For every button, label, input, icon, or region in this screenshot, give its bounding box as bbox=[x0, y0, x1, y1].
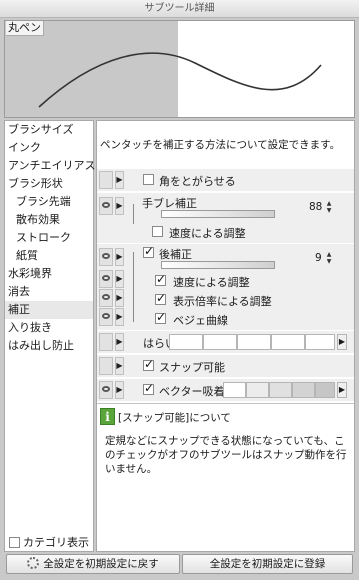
register-defaults-button[interactable]: 全設定を初期設定に登録 bbox=[182, 554, 353, 574]
vector-snap-mode-cell[interactable] bbox=[315, 382, 335, 398]
corner-label: 角をとがらせる bbox=[159, 175, 236, 188]
sidebar-item-brush-size[interactable]: ブラシサイズ bbox=[5, 121, 93, 139]
sidebar-item-watercolor-edge[interactable]: 水彩境界 bbox=[5, 265, 93, 283]
info-body: 定規などにスナップできる状態になっていても、このチェックがオフのサブツールはスナ… bbox=[105, 435, 347, 475]
harai-preset-cell[interactable] bbox=[237, 334, 271, 350]
sidebar-item-brush-tip[interactable]: ブラシ先端 bbox=[5, 193, 93, 211]
post-speed-checkbox[interactable] bbox=[155, 272, 166, 286]
stabilization-value: 88 bbox=[309, 201, 323, 213]
stab-speed-label: 速度による調整 bbox=[169, 227, 246, 240]
display-zoom-checkbox[interactable] bbox=[155, 291, 166, 305]
sidebar-item-brush-shape[interactable]: ブラシ形状 bbox=[5, 175, 93, 193]
vector-snap-mode-cell[interactable] bbox=[223, 382, 246, 398]
sidebar-item-overflow-prevention[interactable]: はみ出し防止 bbox=[5, 337, 93, 355]
stabilization-spinner[interactable]: ▲ ▼ bbox=[325, 200, 333, 214]
sidebar-item-antialias[interactable]: アンチエイリアス bbox=[5, 157, 96, 175]
harai-preset-cell[interactable] bbox=[203, 334, 237, 350]
vector-snap-mode-cell[interactable] bbox=[246, 382, 269, 398]
expand-arrow-icon[interactable]: ▶ bbox=[115, 289, 124, 307]
sidebar-item-ink[interactable]: インク bbox=[5, 139, 93, 157]
eye-icon[interactable] bbox=[99, 248, 113, 266]
category-toggle-checkbox[interactable] bbox=[9, 536, 20, 548]
setting-vector-snap-row: ▶ ベクター吸着 ▶ bbox=[97, 379, 354, 401]
eye-icon[interactable] bbox=[99, 381, 113, 399]
show-in-tool-property-toggle[interactable] bbox=[99, 171, 113, 189]
eye-icon[interactable] bbox=[99, 270, 113, 288]
post-correction-label: 後補正 bbox=[159, 248, 192, 261]
reset-all-label: 全設定を初期設定に戻す bbox=[43, 558, 159, 570]
eye-icon[interactable] bbox=[99, 308, 113, 326]
expand-arrow-icon[interactable]: ▶ bbox=[115, 357, 124, 375]
display-zoom-label: 表示倍率による調整 bbox=[173, 295, 272, 308]
harai-next-arrow-icon[interactable]: ▶ bbox=[337, 334, 347, 350]
setting-snap-row: ▶ スナップ可能 bbox=[97, 355, 354, 377]
vector-snap-label: ベクター吸着 bbox=[159, 385, 225, 398]
harai-preset-cell[interactable] bbox=[271, 334, 305, 350]
expand-arrow-icon[interactable]: ▶ bbox=[115, 248, 124, 266]
post-correction-checkbox[interactable] bbox=[143, 244, 154, 258]
setting-stabilization-row: ▶ 手ブレ補正 88 ▲ ▼ 速度による調整 bbox=[97, 193, 354, 243]
expand-arrow-icon[interactable]: ▶ bbox=[115, 333, 124, 351]
vector-snap-mode-cell[interactable] bbox=[292, 382, 315, 398]
expand-arrow-icon[interactable]: ▶ bbox=[115, 270, 124, 288]
window-title: サブツール詳細 bbox=[0, 0, 359, 18]
info-box: i [スナップ可能]について 定規などにスナップできる状態になっていても、このチ… bbox=[97, 403, 354, 551]
setting-corner-row: ▶ 角をとがらせる bbox=[97, 169, 354, 191]
show-in-tool-property-toggle[interactable] bbox=[99, 357, 113, 375]
stabilization-label: 手ブレ補正 bbox=[142, 197, 197, 210]
post-speed-label: 速度による調整 bbox=[173, 276, 250, 289]
post-correction-slider[interactable] bbox=[161, 261, 275, 269]
sidebar-item-correction[interactable]: 補正 bbox=[5, 301, 93, 319]
stabilization-slider[interactable] bbox=[161, 210, 275, 218]
bezier-checkbox[interactable] bbox=[155, 310, 166, 324]
stroke-preview: 丸ペン bbox=[4, 20, 355, 118]
expand-arrow-icon[interactable]: ▶ bbox=[115, 308, 124, 326]
eye-icon[interactable] bbox=[99, 197, 113, 215]
category-toggle[interactable]: カテゴリ表示 bbox=[9, 534, 89, 550]
vector-snap-checkbox[interactable] bbox=[143, 381, 154, 395]
sidebar-item-texture[interactable]: 紙質 bbox=[5, 247, 93, 265]
sidebar-item-taper[interactable]: 入り抜き bbox=[5, 319, 93, 337]
bezier-label: ベジェ曲線 bbox=[173, 314, 228, 327]
preview-stroke bbox=[38, 52, 322, 108]
stab-speed-checkbox[interactable] bbox=[152, 226, 163, 237]
snap-checkbox[interactable] bbox=[143, 357, 154, 371]
vector-snap-mode-cell[interactable] bbox=[269, 382, 292, 398]
harai-preset-cell[interactable] bbox=[305, 334, 335, 350]
settings-panel: ペンタッチを補正する方法について設定できます。 ▶ 角をとがらせる ▶ 手ブレ補… bbox=[96, 120, 355, 552]
show-in-tool-property-toggle[interactable] bbox=[99, 333, 113, 351]
eye-icon[interactable] bbox=[99, 289, 113, 307]
preview-tool-name: 丸ペン bbox=[6, 21, 44, 36]
expand-arrow-icon[interactable]: ▶ bbox=[115, 171, 124, 189]
snap-label: スナップ可能 bbox=[159, 361, 225, 374]
setting-post-correction-row: ▶ ▶ ▶ ▶ 後補正 9 ▲▼ 速度による調整 表示倍率による調整 ベジェ曲線 bbox=[97, 244, 354, 330]
corner-checkbox[interactable] bbox=[143, 174, 154, 185]
setting-harai-row: ▶ はらい ▶ bbox=[97, 331, 354, 353]
expand-arrow-icon[interactable]: ▶ bbox=[115, 381, 124, 399]
post-correction-spinner[interactable]: ▲ ▼ bbox=[325, 251, 333, 265]
reset-all-button[interactable]: 全設定を初期設定に戻す bbox=[6, 554, 180, 574]
sidebar-item-stroke[interactable]: ストローク bbox=[5, 229, 93, 247]
category-list: ブラシサイズ インク アンチエイリアス ブラシ形状 ブラシ先端 散布効果 ストロ… bbox=[4, 120, 96, 552]
info-title: [スナップ可能]について bbox=[118, 412, 231, 424]
post-correction-value: 9 bbox=[315, 252, 322, 264]
category-toggle-label: カテゴリ表示 bbox=[23, 536, 89, 549]
group-bracket bbox=[133, 252, 134, 322]
reset-icon bbox=[27, 557, 40, 569]
harai-preset-cell[interactable] bbox=[169, 334, 203, 350]
sidebar-item-spray[interactable]: 散布効果 bbox=[5, 211, 93, 229]
panel-description: ペンタッチを補正する方法について設定できます。 bbox=[100, 139, 341, 151]
register-defaults-label: 全設定を初期設定に登録 bbox=[209, 558, 326, 570]
expand-arrow-icon[interactable]: ▶ bbox=[115, 197, 124, 215]
vector-snap-next-arrow-icon[interactable]: ▶ bbox=[337, 382, 347, 398]
group-bracket bbox=[133, 204, 134, 224]
info-icon: i bbox=[100, 408, 115, 425]
sidebar-item-erase[interactable]: 消去 bbox=[5, 283, 93, 301]
